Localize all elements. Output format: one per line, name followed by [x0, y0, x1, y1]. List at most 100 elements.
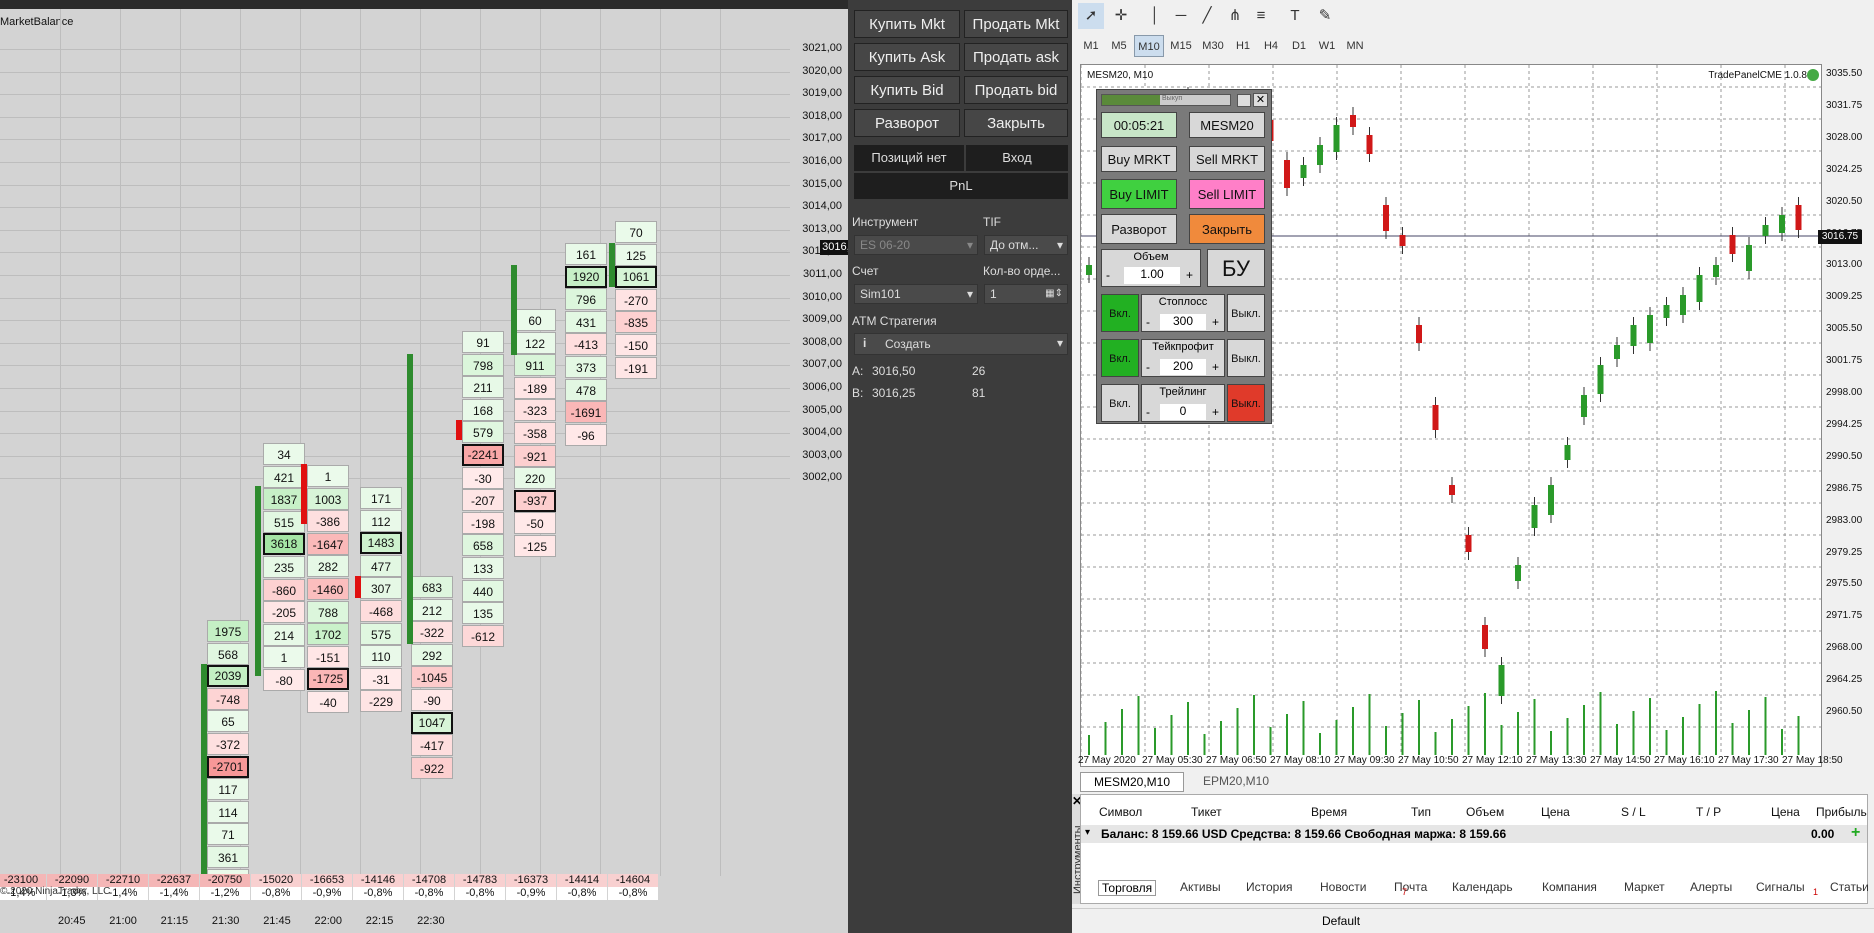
stepper-icon[interactable]: ▦⇕	[1045, 285, 1063, 303]
stoploss-minus[interactable]: -	[1146, 315, 1150, 329]
delta-sum: -15020	[251, 874, 301, 887]
bottom-tab-4[interactable]: Почта	[1394, 880, 1427, 894]
footprint-cell: 911	[514, 354, 556, 377]
atm-select[interactable]: i Создать ▾	[854, 333, 1068, 355]
trendline-icon[interactable]: ╱	[1194, 3, 1220, 29]
bottom-tab-0[interactable]: Торговля	[1098, 880, 1157, 896]
timeframe-m15[interactable]: M15	[1166, 35, 1196, 57]
close-position-button[interactable]: Закрыть	[1189, 214, 1265, 244]
bottom-tab-9[interactable]: Сигналы	[1756, 880, 1805, 894]
timeframe-h4[interactable]: H4	[1258, 35, 1284, 57]
grid-line	[0, 433, 790, 435]
articles-count: 1	[1813, 887, 1819, 897]
text-icon[interactable]: T	[1282, 3, 1308, 29]
trailing-off-button[interactable]: Выкл.	[1227, 384, 1265, 422]
sell-market-button[interactable]: Sell MRKT	[1189, 146, 1265, 172]
reverse-button[interactable]: Разворот	[1101, 214, 1177, 244]
volume-bar	[1500, 725, 1503, 755]
footprint-chart[interactable]: MarketBalance F 19755682039-74865-372-27…	[0, 0, 848, 933]
volume-bar	[1170, 715, 1173, 755]
fibonacci-icon[interactable]: ≡	[1248, 3, 1274, 29]
delta-percent: -0,9%	[302, 887, 352, 900]
footprint-cell: 1837	[263, 488, 305, 511]
volume-bar	[1583, 705, 1585, 755]
time-label: 22:30	[417, 915, 445, 927]
volume-stepper[interactable]: Объем - 1.00 +	[1101, 249, 1201, 287]
buy-ask-button[interactable]: Купить Ask	[854, 43, 960, 71]
delta-percent: -0,9%	[506, 887, 556, 900]
time-label: 27 May 06:50	[1206, 755, 1267, 766]
timeframe-m5[interactable]: M5	[1106, 35, 1132, 57]
takeprofit-plus[interactable]: +	[1212, 360, 1219, 374]
channel-icon[interactable]: ⋔	[1222, 3, 1248, 29]
price-label: 2960.50	[1826, 706, 1863, 717]
buy-limit-button[interactable]: Buy LIMIT	[1101, 179, 1177, 209]
sell-ask-button[interactable]: Продать ask	[964, 43, 1068, 71]
breakeven-button[interactable]: БУ	[1207, 249, 1265, 287]
sell-bid-button[interactable]: Продать bid	[964, 76, 1068, 104]
timeframe-m1[interactable]: M1	[1078, 35, 1104, 57]
timeframe-d1[interactable]: D1	[1286, 35, 1312, 57]
stoploss-value[interactable]: 300	[1160, 314, 1206, 330]
bottom-tab-5[interactable]: Календарь	[1452, 880, 1513, 894]
chart-tab-epm20[interactable]: EPM20,M10	[1186, 772, 1286, 792]
expand-icon[interactable]: ▾	[1085, 827, 1090, 838]
tif-select[interactable]: До отм... ▾	[984, 235, 1068, 255]
stoploss-on-button[interactable]: Вкл.	[1101, 294, 1139, 332]
crosshair-icon[interactable]: ✛	[1108, 3, 1134, 29]
timeframe-h1[interactable]: H1	[1230, 35, 1256, 57]
cursor-icon[interactable]: ➚	[1078, 3, 1104, 29]
volume-value[interactable]: 1.00	[1124, 267, 1180, 284]
timeframe-w1[interactable]: W1	[1314, 35, 1340, 57]
volume-plus[interactable]: +	[1186, 268, 1200, 282]
volume-minus[interactable]: -	[1106, 268, 1120, 282]
stoploss-stepper[interactable]: Стоплосс - 300 +	[1141, 294, 1225, 332]
horizontal-line-icon[interactable]: ─	[1168, 3, 1194, 29]
bottom-tab-6[interactable]: Компания	[1542, 880, 1597, 894]
account-select[interactable]: Sim101 ▾	[854, 284, 978, 304]
minimize-icon[interactable]	[1237, 94, 1251, 107]
trailing-value[interactable]: 0	[1160, 404, 1206, 420]
stoploss-off-button[interactable]: Выкл.	[1227, 294, 1265, 332]
grid-line	[0, 478, 790, 480]
add-icon[interactable]: +	[1851, 824, 1860, 842]
trailing-on-button[interactable]: Вкл.	[1101, 384, 1139, 422]
bid-size: 81	[972, 386, 986, 400]
close-button[interactable]: Закрыть	[964, 109, 1068, 137]
takeprofit-on-button[interactable]: Вкл.	[1101, 339, 1139, 377]
bottom-tab-10[interactable]: Статьи	[1830, 880, 1869, 894]
sell-market-button[interactable]: Продать Mkt	[964, 10, 1068, 38]
symbol-display: MESM20	[1189, 112, 1265, 138]
chart-tab-mesm20[interactable]: MESM20,M10	[1080, 772, 1184, 792]
bottom-tab-3[interactable]: Новости	[1320, 880, 1366, 894]
instrument-select[interactable]: ES 06-20 ▾	[854, 235, 978, 255]
trailing-minus[interactable]: -	[1146, 405, 1150, 419]
shapes-icon[interactable]: ✎	[1312, 3, 1338, 29]
bottom-tab-2[interactable]: История	[1246, 880, 1293, 894]
column-header: Время	[1311, 805, 1348, 819]
trailing-stepper[interactable]: Трейлинг - 0 +	[1141, 384, 1225, 422]
timeframe-mn[interactable]: MN	[1342, 35, 1368, 57]
trailing-plus[interactable]: +	[1212, 405, 1219, 419]
buy-market-button[interactable]: Купить Mkt	[854, 10, 960, 38]
takeprofit-minus[interactable]: -	[1146, 360, 1150, 374]
timeframe-m30[interactable]: M30	[1198, 35, 1228, 57]
quantity-stepper[interactable]: 1 ▦⇕	[984, 284, 1068, 304]
bottom-tab-1[interactable]: Активы	[1180, 880, 1221, 894]
sell-limit-button[interactable]: Sell LIMIT	[1189, 179, 1265, 209]
close-icon[interactable]: ✕	[1253, 93, 1268, 107]
takeprofit-off-button[interactable]: Выкл.	[1227, 339, 1265, 377]
timeframe-m10[interactable]: M10	[1134, 35, 1164, 57]
stoploss-plus[interactable]: +	[1212, 315, 1219, 329]
footprint-cell: 235	[263, 556, 305, 578]
takeprofit-value[interactable]: 200	[1160, 359, 1206, 375]
takeprofit-stepper[interactable]: Тейкпрофит - 200 +	[1141, 339, 1225, 377]
reverse-button[interactable]: Разворот	[854, 109, 960, 137]
progress-label: Выкуп	[1162, 95, 1183, 102]
buy-market-button[interactable]: Buy MRKT	[1101, 146, 1177, 172]
bottom-tab-7[interactable]: Маркет	[1624, 880, 1665, 894]
vertical-line-icon[interactable]: │	[1142, 3, 1168, 29]
buy-bid-button[interactable]: Купить Bid	[854, 76, 960, 104]
delta-sum: -14604	[608, 874, 658, 887]
bottom-tab-8[interactable]: Алерты	[1690, 880, 1732, 894]
